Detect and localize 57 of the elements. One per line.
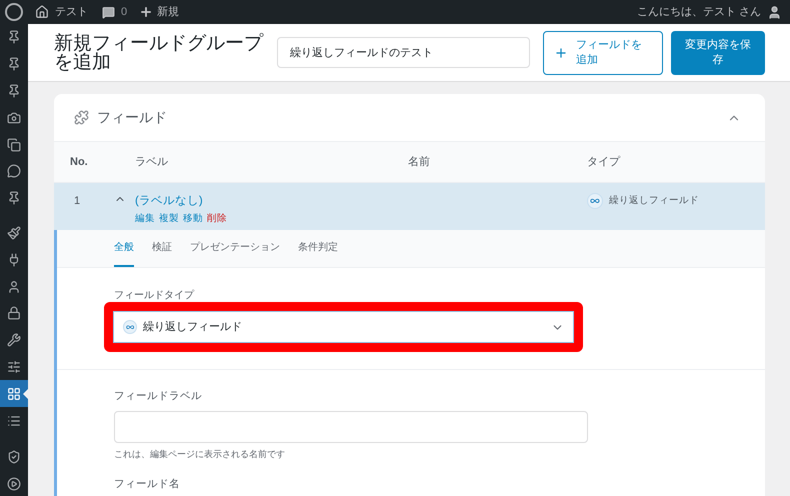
card-title: フィールド [97,108,167,127]
field-label-input[interactable] [114,410,588,443]
pin-icon [7,30,21,44]
user-icon [7,280,21,294]
page-title: 新規フィールドグループを追加 [54,34,264,72]
column-header: ラベル [135,154,169,170]
infinity-icon [587,193,603,209]
list-icon [7,414,21,428]
plus-icon [554,46,568,60]
field-row[interactable]: 1 (ラベルなし) 編集 複製 移動 削除 繰り返しフィールド [54,183,765,230]
save-button[interactable]: 変更内容を保存 [671,30,765,74]
row-action-link[interactable]: 移動 [183,212,203,226]
title-field[interactable]: 繰り返しフィールドのテスト [277,37,530,68]
pin-icon [7,57,21,72]
play-icon [7,477,21,492]
field-type-select[interactable]: 繰り返しフィールド [113,311,574,343]
row-action-link[interactable]: 複製 [159,212,179,226]
grid-icon [7,386,21,401]
home-icon[interactable] [35,5,49,19]
greeting[interactable]: こんにちは、テスト さん [636,4,761,20]
add-field-button[interactable]: フィールドを追加 [543,30,663,74]
sliders-icon [7,360,21,374]
user-icon[interactable] [767,4,782,20]
lock-icon [7,306,21,320]
row-number: 1 [74,194,82,209]
field-type-label: フィールドタイプ [114,290,196,301]
field-name-label: フィールド名 [114,477,181,492]
field-label-label: フィールドラベル [114,389,203,404]
field-type: 繰り返しフィールド [609,194,699,208]
help-text: これは、編集ページに表示される名前です [114,448,286,461]
row-action-link[interactable]: 削除 [207,212,227,226]
plug-icon [7,252,21,267]
row-action-link[interactable]: 編集 [135,212,155,226]
sidebar-item[interactable] [0,380,28,408]
column-header: No. [70,154,89,170]
shield-icon [7,450,21,464]
settings-tab[interactable]: 全般 [114,229,134,267]
pin-icon [7,84,21,98]
settings-tab[interactable]: 検証 [152,229,172,267]
field-label-link[interactable]: (ラベルなし) [135,193,203,210]
pin-icon [7,191,21,206]
plus-icon[interactable] [139,5,154,19]
copy-icon [7,138,21,152]
comment-icon [7,164,21,178]
puzzle-icon [74,110,89,125]
column-header: タイプ [587,154,620,170]
wrench-icon [7,333,21,348]
settings-tab[interactable]: 条件判定 [298,229,338,267]
settings-tab[interactable]: プレゼンテーション [190,229,280,267]
infinity-icon [123,320,137,334]
new-link[interactable]: 新規 [157,4,180,20]
column-header: 名前 [408,154,431,170]
comment-icon[interactable] [102,6,115,18]
camera-icon [7,110,21,125]
site-name[interactable]: テスト [55,4,88,20]
comment-count[interactable]: 0 [121,4,128,20]
brush-icon [7,226,21,240]
